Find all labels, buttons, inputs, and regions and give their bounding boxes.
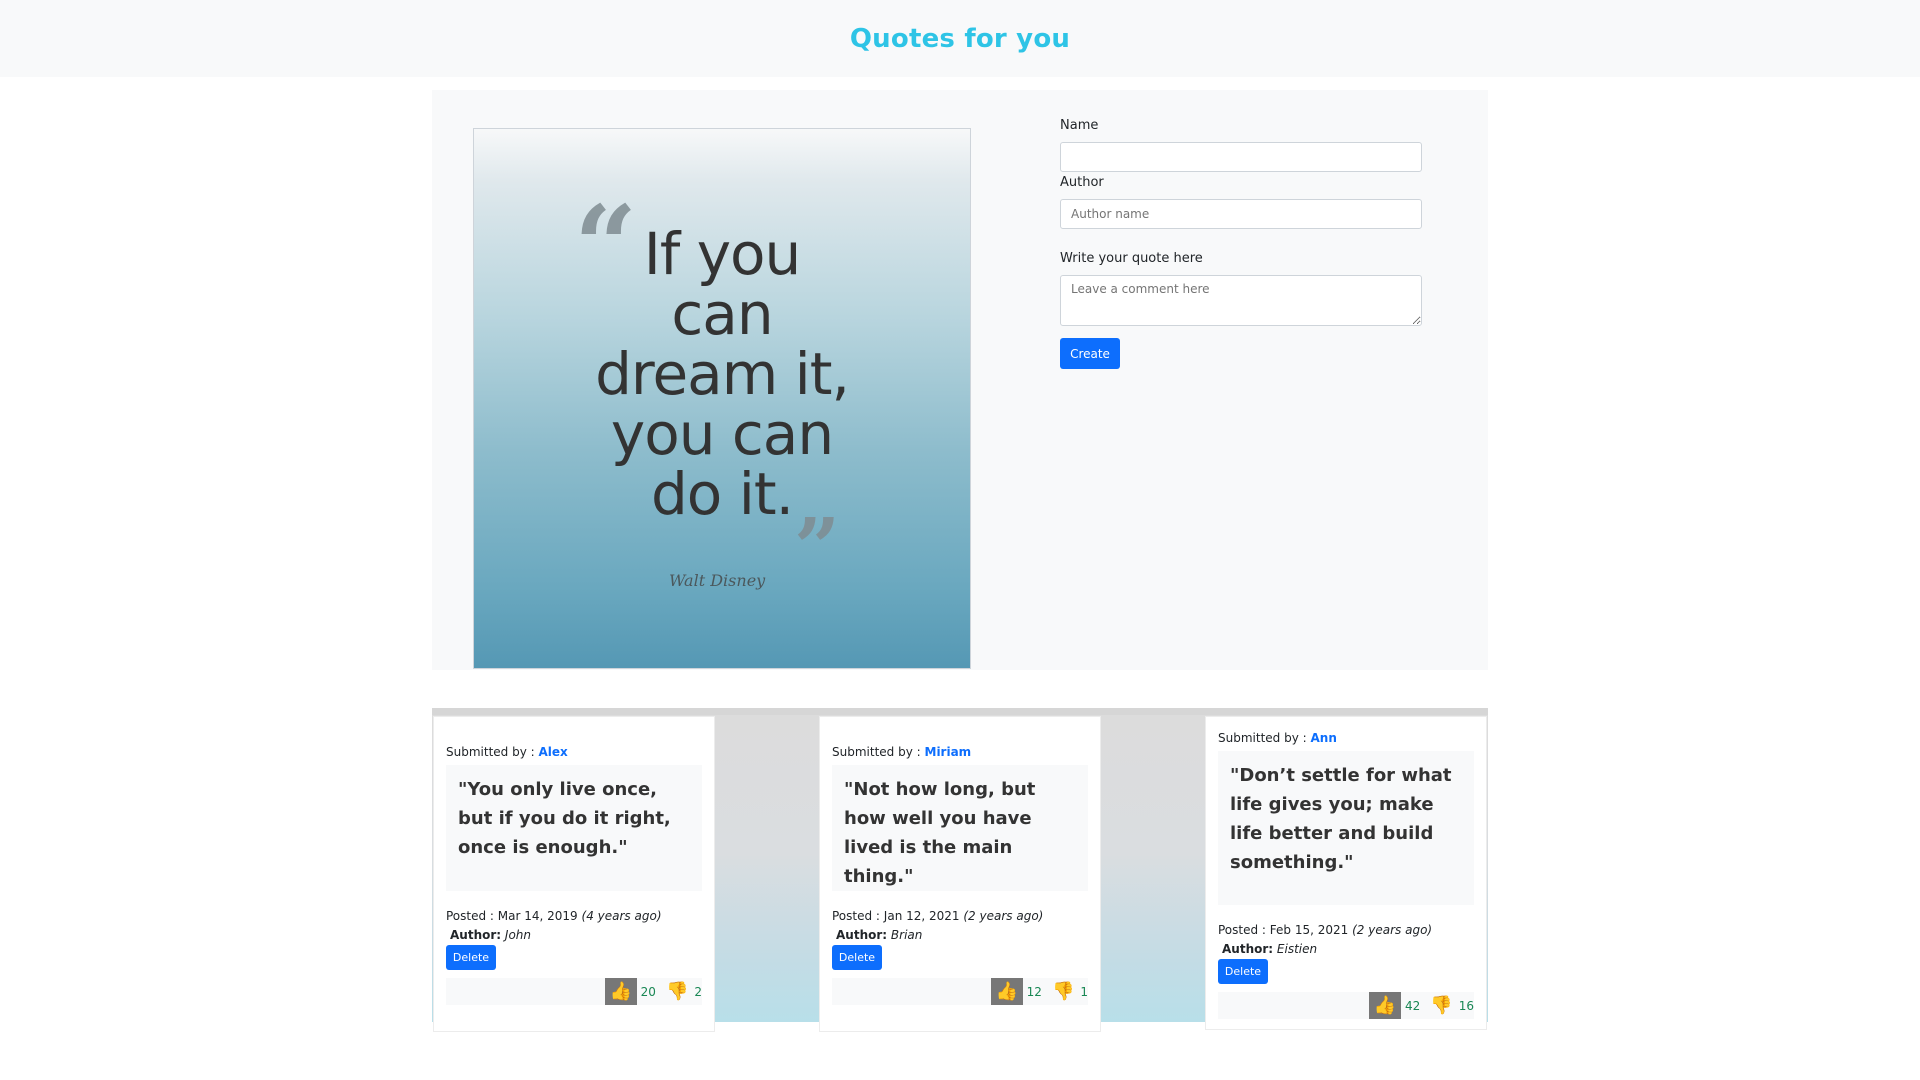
- quote-text: "Don’t settle for what life gives you; m…: [1218, 751, 1474, 905]
- quote-text: "You only live once, but if you do it ri…: [446, 765, 702, 891]
- downvote-count: 2: [694, 984, 702, 999]
- name-label: Name: [1060, 118, 1099, 133]
- create-button[interactable]: Create: [1060, 338, 1120, 369]
- author-input[interactable]: [1060, 199, 1422, 229]
- author-label: Author:: [1222, 942, 1274, 956]
- submitted-by: Submitted by : Ann: [1218, 731, 1474, 745]
- page-title: Quotes for you: [849, 23, 1071, 54]
- thumbs-down-icon[interactable]: 👎: [1430, 995, 1452, 1016]
- close-quote-mark: ”: [794, 500, 841, 594]
- upvote-count: 12: [1026, 984, 1042, 999]
- submitted-label: Submitted by :: [1218, 731, 1307, 745]
- posted-info: Posted : Mar 14, 2019 (4 years ago): [446, 907, 702, 926]
- upvote-count: 42: [1405, 998, 1421, 1013]
- posted-date: Mar 14, 2019: [497, 909, 578, 923]
- votes-bar: 👍 12 👎 1: [832, 978, 1088, 1005]
- hero-line: If you: [643, 220, 802, 288]
- author-label: Author:: [836, 928, 888, 942]
- quote-form: Name Author Write your quote here Create: [1060, 118, 1422, 369]
- hero-quote-text: If you can dream it, you can do it.: [474, 224, 970, 524]
- thumbs-up-icon[interactable]: 👍: [604, 978, 637, 1005]
- delete-button[interactable]: Delete: [1218, 959, 1268, 984]
- quote-card: Submitted by : Alex "You only live once,…: [433, 716, 715, 1032]
- thumbs-up-icon[interactable]: 👍: [990, 978, 1023, 1005]
- page-header: Quotes for you: [0, 0, 1920, 77]
- quotes-board: Submitted by : Alex "You only live once,…: [432, 708, 1488, 1032]
- posted-date: Jan 12, 2021: [883, 909, 960, 923]
- posted-info: Posted : Jan 12, 2021 (2 years ago): [832, 907, 1088, 926]
- submitter-name: Miriam: [924, 745, 972, 759]
- hero-signature: Walt Disney: [669, 571, 766, 590]
- submitted-label: Submitted by :: [446, 745, 535, 759]
- submitter-name: Ann: [1310, 731, 1337, 745]
- posted-info: Posted : Feb 15, 2021 (2 years ago): [1218, 921, 1474, 940]
- hero-line: you can: [610, 400, 834, 468]
- quote-author: Author: Eistien: [1222, 940, 1474, 959]
- quote-text: "Not how long, but how well you have liv…: [832, 765, 1088, 891]
- submitter-name: Alex: [538, 745, 568, 759]
- hero-line: do it.: [650, 460, 794, 528]
- submitted-label: Submitted by :: [832, 745, 921, 759]
- posted-label: Posted :: [1218, 923, 1266, 937]
- quote-card: Submitted by : Ann "Don’t settle for wha…: [1205, 716, 1487, 1030]
- hero-line: dream it,: [595, 340, 850, 408]
- thumbs-down-icon[interactable]: 👎: [1052, 981, 1074, 1002]
- author-label: Author:: [450, 928, 502, 942]
- votes-bar: 👍 42 👎 16: [1218, 992, 1474, 1019]
- posted-ago: (2 years ago): [963, 909, 1044, 923]
- posted-date: Feb 15, 2021: [1269, 923, 1349, 937]
- hero-line: can: [671, 280, 773, 348]
- votes-bar: 👍 20 👎 2: [446, 978, 702, 1005]
- delete-button[interactable]: Delete: [832, 945, 882, 970]
- author-name: Eistien: [1276, 942, 1318, 956]
- quote-textarea[interactable]: [1060, 275, 1422, 326]
- posted-label: Posted :: [832, 909, 880, 923]
- posted-ago: (4 years ago): [581, 909, 662, 923]
- quote-card: Submitted by : Miriam "Not how long, but…: [819, 716, 1101, 1032]
- thumbs-up-icon[interactable]: 👍: [1369, 992, 1402, 1019]
- posted-label: Posted :: [446, 909, 494, 923]
- quote-author: Author: John: [450, 926, 702, 945]
- create-quote-panel: “ If you can dream it, you can do it. ” …: [432, 90, 1488, 670]
- posted-ago: (2 years ago): [1352, 923, 1433, 937]
- author-name: Brian: [890, 928, 923, 942]
- thumbs-down-icon[interactable]: 👎: [666, 981, 688, 1002]
- delete-button[interactable]: Delete: [446, 945, 496, 970]
- submitted-by: Submitted by : Miriam: [832, 745, 1088, 759]
- quote-author: Author: Brian: [836, 926, 1088, 945]
- quote-label: Write your quote here: [1060, 251, 1203, 266]
- author-name: John: [504, 928, 531, 942]
- hero-quote-image: “ If you can dream it, you can do it. ” …: [473, 128, 971, 669]
- downvote-count: 16: [1458, 998, 1474, 1013]
- upvote-count: 20: [640, 984, 656, 999]
- downvote-count: 1: [1080, 984, 1088, 999]
- author-label: Author: [1060, 175, 1104, 190]
- name-input[interactable]: [1060, 142, 1422, 172]
- submitted-by: Submitted by : Alex: [446, 745, 702, 759]
